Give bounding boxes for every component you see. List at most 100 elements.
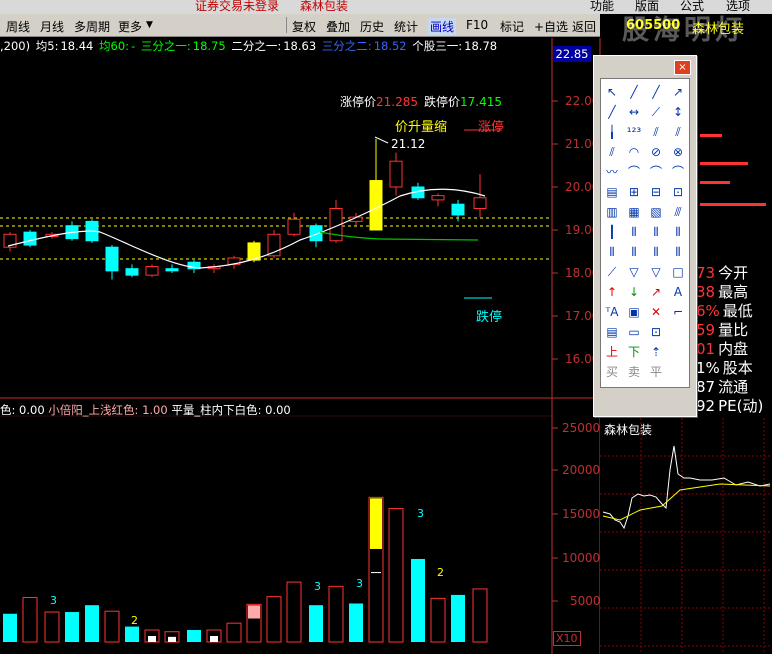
volume-bar — [85, 605, 99, 642]
volume-bar-inner — [370, 498, 382, 549]
candle-body — [165, 268, 179, 272]
draw-tool-22[interactable]: ⊟ — [647, 183, 665, 201]
draw-tool-41[interactable]: ↓ — [625, 283, 643, 301]
draw-tool-25[interactable]: ▦ — [625, 203, 643, 221]
draw-tool-3[interactable]: ↗ — [669, 83, 687, 101]
draw-tool-52[interactable]: 上 — [603, 343, 621, 361]
draw-tool-49[interactable]: ▭ — [625, 323, 643, 341]
volume-bar — [309, 605, 323, 642]
candle-body — [125, 268, 139, 276]
draw-tool-15[interactable]: ⊗ — [669, 143, 687, 161]
draw-tool-10[interactable]: ⫽ — [647, 123, 665, 141]
volume-bar — [286, 581, 302, 643]
draw-tool-36[interactable]: ⟋ — [603, 263, 621, 281]
draw-tool-55[interactable] — [669, 343, 687, 361]
volume-bar — [187, 630, 201, 642]
draw-tool-0[interactable]: ↖ — [603, 83, 621, 101]
draw-tool-13[interactable]: ◠ — [625, 143, 643, 161]
draw-tool-14[interactable]: ⊘ — [647, 143, 665, 161]
draw-tool-4[interactable]: ╱ — [603, 103, 621, 121]
draw-tool-29[interactable]: ⦀ — [625, 223, 643, 241]
draw-tool-23[interactable]: ⊡ — [669, 183, 687, 201]
draw-tool-32[interactable]: ⦀ — [603, 243, 621, 261]
quote-row: 92 PE(动) — [696, 395, 772, 415]
volume-bar — [125, 626, 139, 642]
draw-tool-31[interactable]: ⦀ — [669, 223, 687, 241]
draw-tool-7[interactable]: ↕ — [669, 103, 687, 121]
draw-tool-47[interactable]: ⌐ — [669, 303, 687, 321]
quote-row: 38 最高 — [696, 281, 772, 301]
candle-body — [23, 231, 37, 246]
draw-tool-58[interactable]: 平 — [647, 363, 665, 381]
draw-tool-1[interactable]: ╱ — [625, 83, 643, 101]
draw-tool-5[interactable]: ↔ — [625, 103, 643, 121]
vol-tick-25000: 25000 — [562, 421, 601, 435]
vol-label: 2 — [131, 614, 138, 627]
draw-tool-46[interactable]: ✕ — [647, 303, 665, 321]
draw-tool-24[interactable]: ▥ — [603, 203, 621, 221]
quote-label: PE(动) — [718, 397, 764, 415]
quote-label: 最低 — [722, 302, 753, 320]
high-price-label: 21.12 — [391, 137, 426, 151]
draw-tool-44[interactable]: ᵀA — [603, 303, 621, 321]
limit-up-mark: 涨停 — [478, 120, 505, 135]
draw-tool-16[interactable]: 〰 — [603, 163, 621, 181]
draw-tool-11[interactable]: ⫽ — [669, 123, 687, 141]
draw-tool-43[interactable]: A — [669, 283, 687, 301]
draw-tool-33[interactable]: ⦀ — [625, 243, 643, 261]
volume-bar — [349, 603, 363, 642]
vol-tick-10000: 10000 — [562, 551, 601, 565]
vol-label: 3 — [356, 577, 363, 590]
draw-tool-50[interactable]: ⊡ — [647, 323, 665, 341]
quote-value: 87 — [696, 378, 716, 396]
draw-tool-21[interactable]: ⊞ — [625, 183, 643, 201]
quote-label: 最高 — [718, 283, 749, 301]
draw-tool-35[interactable]: ⦀ — [669, 243, 687, 261]
draw-tool-53[interactable]: 下 — [625, 343, 643, 361]
volume-bar — [430, 597, 446, 643]
draw-tool-8[interactable]: ╽ — [603, 123, 621, 141]
draw-tool-6[interactable]: ⟋ — [647, 103, 665, 121]
draw-tool-45[interactable]: ▣ — [625, 303, 643, 321]
draw-tool-26[interactable]: ▧ — [647, 203, 665, 221]
draw-tool-57[interactable]: 卖 — [625, 363, 643, 381]
draw-tool-2[interactable]: ╱ — [647, 83, 665, 101]
draw-tool-12[interactable]: ⫽ — [603, 143, 621, 161]
draw-tool-54[interactable]: ⇡ — [647, 343, 665, 361]
volume-bar — [451, 594, 465, 642]
volume-bar — [65, 612, 79, 642]
close-icon[interactable]: × — [674, 60, 691, 75]
quote-row: 1% 股本 — [696, 357, 772, 377]
candle-body — [105, 246, 119, 272]
quote-value: 38 — [696, 283, 716, 301]
draw-tool-20[interactable]: ▤ — [603, 183, 621, 201]
candle-body — [369, 180, 383, 231]
volume-bar — [328, 585, 344, 643]
draw-tool-42[interactable]: ↗ — [647, 283, 665, 301]
volume-bar — [22, 596, 38, 643]
draw-tool-18[interactable]: ⌒ — [647, 163, 665, 181]
draw-tool-34[interactable]: ⦀ — [647, 243, 665, 261]
draw-tool-27[interactable]: ⫻ — [669, 203, 687, 221]
draw-tool-37[interactable]: ▽ — [625, 263, 643, 281]
vol-label: 2 — [437, 566, 444, 579]
vol-tick-20000: 20000 — [562, 463, 601, 477]
draw-tool-56[interactable]: 买 — [603, 363, 621, 381]
volume-bar — [266, 596, 282, 643]
quote-row: 59 量比 — [696, 319, 772, 339]
draw-tool-17[interactable]: ⌒ — [625, 163, 643, 181]
draw-tool-40[interactable]: ↑ — [603, 283, 621, 301]
drawing-tool-palette[interactable]: × ↖ ╱ ╱ ↗ ╱ ↔ ⟋ ↕ ╽ ¹²³ ⫽ ⫽ ⫽ ◠ ⊘ ⊗ 〰 ⌒ ⌒ ⌒ ▤ ⊞ ⊟ ⊡ ▥ ▦ ▧ ⫻ ┃ ⦀ ⦀ ⦀ ⦀ ⦀ ⦀ ⦀… — [593, 55, 697, 417]
draw-tool-28[interactable]: ┃ — [603, 223, 621, 241]
draw-tool-51[interactable] — [669, 323, 687, 341]
draw-tool-9[interactable]: ¹²³ — [625, 123, 643, 141]
quote-label: 股本 — [722, 359, 753, 377]
draw-tool-48[interactable]: ▤ — [603, 323, 621, 341]
draw-tool-39[interactable]: □ — [669, 263, 687, 281]
draw-tool-19[interactable]: ⌒ — [669, 163, 687, 181]
draw-tool-38[interactable]: ▽ — [647, 263, 665, 281]
volume-bar-inner — [148, 636, 156, 642]
draw-tool-30[interactable]: ⦀ — [647, 223, 665, 241]
draw-tool-59[interactable] — [669, 363, 687, 381]
vol-label: 3 — [417, 507, 424, 520]
